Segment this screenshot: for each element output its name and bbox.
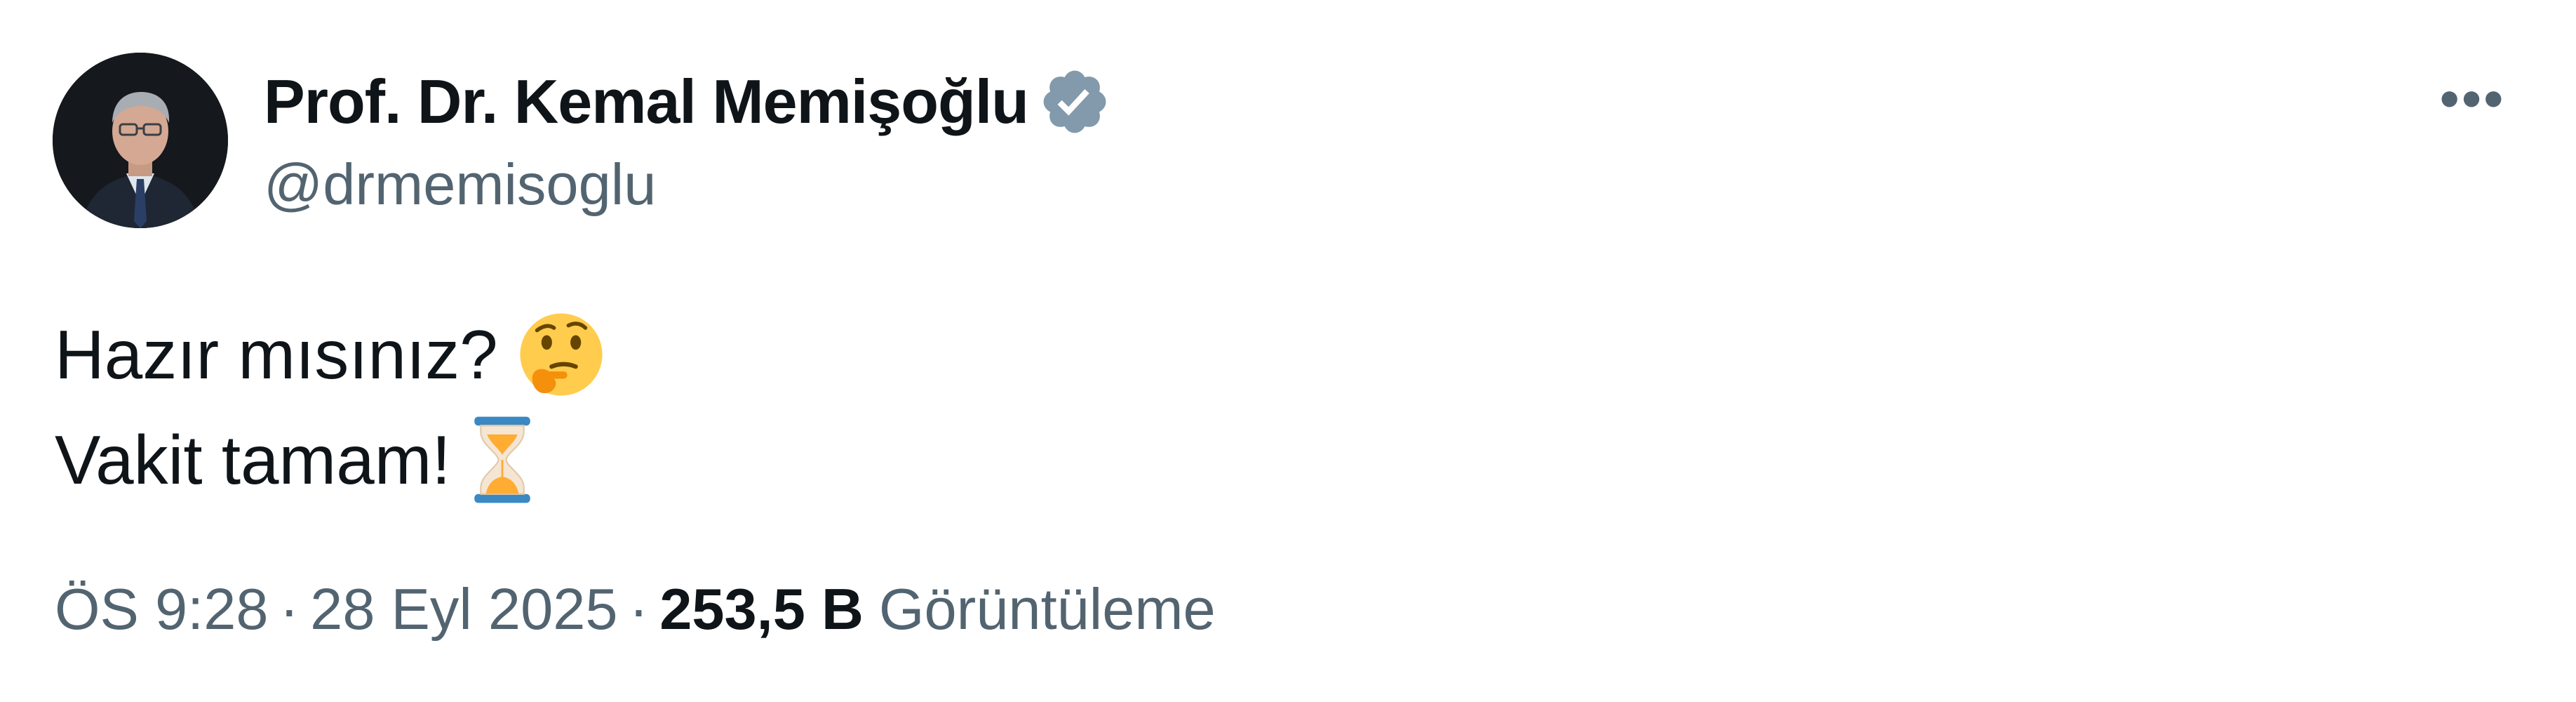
tweet-line: Vakit tamam! xyxy=(55,407,605,512)
tweet-date[interactable]: 28 Eyl 2025 xyxy=(310,576,617,643)
tweet-line: Hazır mısınız? xyxy=(55,302,605,407)
hourglass-icon xyxy=(471,414,534,505)
tweet-card: Prof. Dr. Kemal Memişoğlu @drmemisoglu •… xyxy=(0,0,2576,702)
tweet-metadata: ÖS 9:28 · 28 Eyl 2025 · 253,5 B Görüntül… xyxy=(55,576,1216,643)
tweet-line-text: Hazır mısınız? xyxy=(55,316,498,393)
author-display-name[interactable]: Prof. Dr. Kemal Memişoğlu xyxy=(264,66,1029,138)
verified-badge-icon[interactable] xyxy=(1038,65,1111,138)
tweet-text: Hazır mısınız? Vakit tamam! xyxy=(55,302,605,512)
author-name-row: Prof. Dr. Kemal Memişoğlu xyxy=(264,63,1111,140)
more-horizontal-icon: ••• xyxy=(2440,67,2506,129)
thinking-face-icon xyxy=(518,311,605,398)
meta-separator: · xyxy=(629,576,649,642)
tweet-line-text: Vakit tamam! xyxy=(55,421,451,498)
avatar[interactable] xyxy=(53,53,228,228)
author-handle[interactable]: @drmemisoglu xyxy=(264,151,656,218)
meta-separator: · xyxy=(279,576,300,642)
views-count: 253,5 B xyxy=(659,576,864,642)
views-label: Görüntüleme xyxy=(878,576,1216,642)
tweet-time[interactable]: ÖS 9:28 xyxy=(55,576,269,643)
profile-photo-icon xyxy=(53,53,228,228)
more-options-button[interactable]: ••• xyxy=(2434,67,2511,130)
